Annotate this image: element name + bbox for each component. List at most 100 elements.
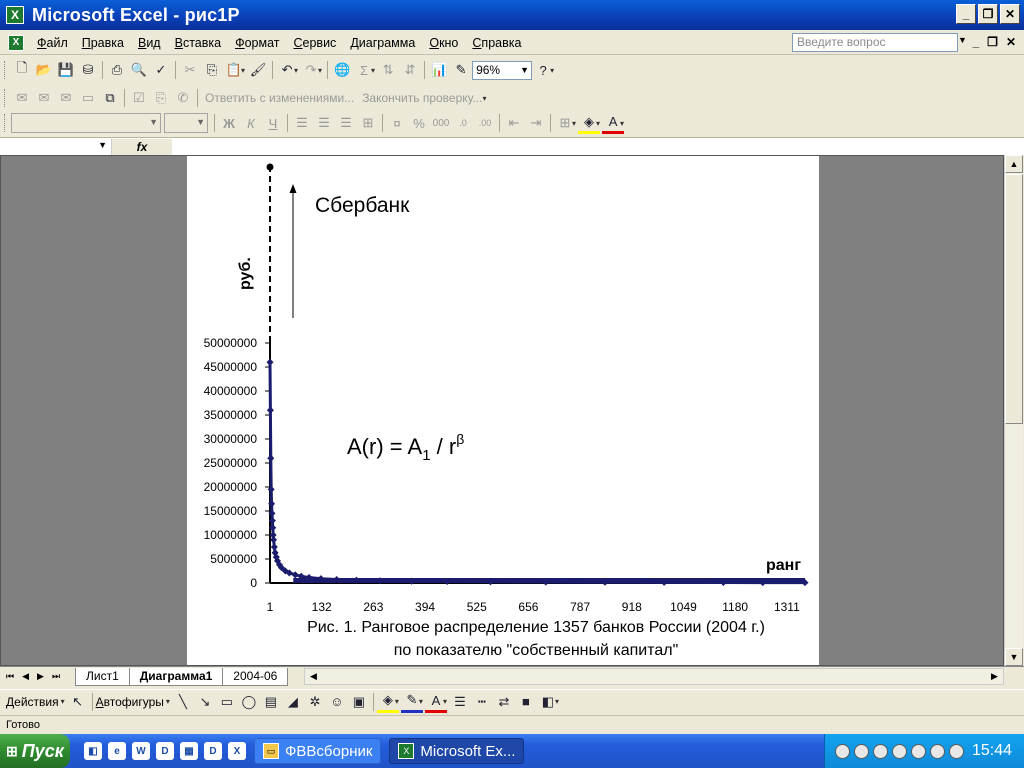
last-sheet-icon[interactable]: ⏭ (52, 671, 60, 682)
scroll-thumb[interactable] (1005, 174, 1023, 424)
spelling-icon[interactable]: ✓ (150, 59, 172, 81)
cut-icon[interactable]: ✂ (179, 59, 201, 81)
percent-icon[interactable]: % (408, 112, 430, 134)
start-button[interactable]: ⊞ Пуск (0, 734, 70, 768)
insert-function-button[interactable]: fx (112, 138, 172, 155)
menu-help[interactable]: Справка (465, 32, 528, 54)
tray-security-icon[interactable] (911, 743, 926, 759)
wordart-icon[interactable]: ◢ (282, 691, 304, 713)
show-comment-icon[interactable]: ▭ (77, 87, 99, 109)
sort-descending-icon[interactable]: ⇵ (399, 59, 421, 81)
end-review-button[interactable]: Закончить проверку... (362, 91, 482, 105)
sort-ascending-icon[interactable]: ⇅ (377, 59, 399, 81)
toolbar-grip[interactable] (4, 61, 7, 79)
font-name-select[interactable]: ▼ (11, 113, 161, 133)
menu-chart[interactable]: Диаграмма (343, 32, 422, 54)
restore-button[interactable]: ❐ (978, 4, 998, 24)
new-icon[interactable]: 🗋 (11, 59, 33, 81)
arrow-style-icon[interactable]: ⇄ (493, 691, 515, 713)
increase-indent-icon[interactable]: ⇥ (525, 112, 547, 134)
line-style-icon[interactable]: ☰ (449, 691, 471, 713)
toolbar-grip[interactable] (4, 114, 7, 132)
tray-shield-icon[interactable] (949, 743, 964, 759)
quicklaunch-word-icon[interactable]: W (132, 742, 150, 760)
tab-sheet1[interactable]: Лист1 (75, 667, 130, 686)
tray-network-icon[interactable] (835, 743, 850, 759)
save-icon[interactable]: 💾 (55, 59, 77, 81)
send-icon[interactable]: ⎘ (150, 87, 172, 109)
next-sheet-icon[interactable]: ▶ (37, 671, 44, 682)
help-question-input[interactable]: Введите вопрос (792, 33, 958, 52)
quicklaunch-excel-icon[interactable]: X (228, 742, 246, 760)
close-button[interactable]: ✕ (1000, 4, 1020, 24)
permission-icon[interactable]: ⛁ (77, 59, 99, 81)
format-painter-icon[interactable]: 🖌 (247, 59, 269, 81)
merge-center-icon[interactable]: ⊞ (357, 112, 379, 134)
hyperlink-icon[interactable]: 🌐 (331, 59, 353, 81)
print-icon[interactable]: ⎙ (106, 59, 128, 81)
align-center-icon[interactable]: ☰ (313, 112, 335, 134)
dash-style-icon[interactable]: ┅ (471, 691, 493, 713)
next-comment-icon[interactable]: ✉ (55, 87, 77, 109)
help-dropdown-icon[interactable]: ▼ (958, 35, 967, 45)
first-sheet-icon[interactable]: ⏮ (6, 671, 14, 682)
quicklaunch-media-icon[interactable]: ▦ (180, 742, 198, 760)
menu-window[interactable]: Окно (422, 32, 465, 54)
prev-comment-icon[interactable]: ✉ (33, 87, 55, 109)
underline-icon[interactable]: Ч (262, 112, 284, 134)
vertical-scrollbar[interactable]: ▲ ▼ (1004, 155, 1023, 666)
decrease-decimal-icon[interactable]: .00 (474, 112, 496, 134)
doc-restore-button[interactable]: ❐ (987, 35, 998, 49)
tray-power-icon[interactable] (873, 743, 888, 759)
copy-icon[interactable]: ⎘ (201, 59, 223, 81)
diagram-icon[interactable]: ✲ (304, 691, 326, 713)
oval-icon[interactable]: ◯ (238, 691, 260, 713)
line-icon[interactable]: ╲ (172, 691, 194, 713)
toolbar-grip[interactable] (4, 89, 7, 107)
bold-icon[interactable]: Ж (218, 112, 240, 134)
arrow-icon[interactable]: ↘ (194, 691, 216, 713)
quicklaunch-desktop-icon[interactable]: ◧ (84, 742, 102, 760)
zoom-select[interactable]: 96% ▼ (472, 60, 533, 80)
show-all-comments-icon[interactable]: ⧉ (99, 87, 121, 109)
decrease-indent-icon[interactable]: ⇤ (503, 112, 525, 134)
open-icon[interactable]: 📂 (33, 59, 55, 81)
mail-icon[interactable]: ✆ (172, 87, 194, 109)
menu-edit[interactable]: Правка (75, 32, 131, 54)
tab-2004-06[interactable]: 2004-06 (222, 667, 289, 686)
doc-close-button[interactable]: ✕ (1006, 35, 1016, 49)
font-size-select[interactable]: ▼ (164, 113, 208, 133)
formula-input[interactable] (172, 139, 1024, 155)
draw-actions-button[interactable]: Действия (6, 695, 59, 709)
menu-file[interactable]: Файл (30, 32, 75, 54)
autoshapes-button[interactable]: Автофигуры (96, 695, 164, 709)
align-left-icon[interactable]: ☰ (291, 112, 313, 134)
picture-icon[interactable]: ▣ (348, 691, 370, 713)
horizontal-scrollbar[interactable]: ◀ ▶ (304, 668, 1004, 685)
print-preview-icon[interactable]: 🔍 (128, 59, 150, 81)
chart-wizard-icon[interactable]: 📊 (428, 59, 450, 81)
minimize-button[interactable]: _ (956, 4, 976, 24)
select-objects-icon[interactable]: ↖ (67, 691, 89, 713)
menu-insert[interactable]: Вставка (168, 32, 228, 54)
drawing-icon[interactable]: ✎ (450, 59, 472, 81)
tab-chart1[interactable]: Диаграмма1 (128, 667, 224, 686)
name-box[interactable]: ▼ (0, 138, 112, 155)
quicklaunch-d-icon[interactable]: D (156, 742, 174, 760)
new-comment-icon[interactable]: ✉ (11, 87, 33, 109)
rectangle-icon[interactable]: ▭ (216, 691, 238, 713)
scroll-right-icon[interactable]: ▶ (986, 669, 1003, 684)
menu-tools[interactable]: Сервис (287, 32, 344, 54)
task-excel[interactable]: X Microsoft Ex... (389, 738, 525, 764)
increase-decimal-icon[interactable]: .0 (452, 112, 474, 134)
task-folder[interactable]: ▭ ФВВсборник (254, 738, 382, 764)
chart-svg[interactable]: 5000000045000000400000003500000030000000… (187, 156, 819, 666)
align-right-icon[interactable]: ☰ (335, 112, 357, 134)
reply-with-changes-button[interactable]: Ответить с изменениями... (205, 91, 354, 105)
prev-sheet-icon[interactable]: ◀ (22, 671, 29, 682)
scroll-down-icon[interactable]: ▼ (1005, 648, 1023, 666)
doc-minimize-button[interactable]: _ (972, 35, 979, 49)
scroll-up-icon[interactable]: ▲ (1005, 155, 1023, 173)
italic-icon[interactable]: К (240, 112, 262, 134)
quicklaunch-d2-icon[interactable]: D (204, 742, 222, 760)
